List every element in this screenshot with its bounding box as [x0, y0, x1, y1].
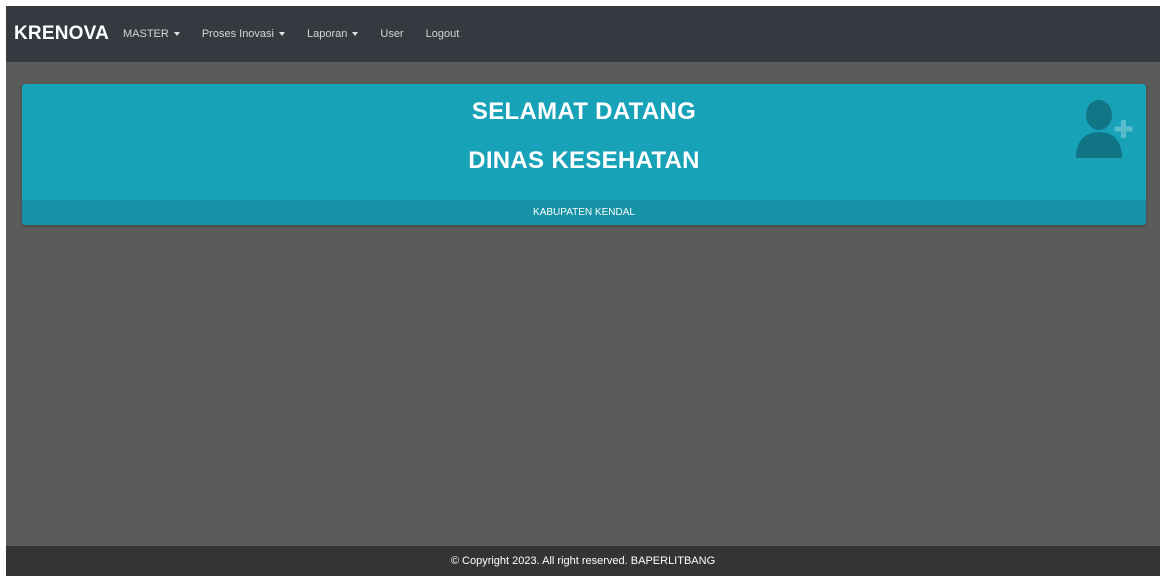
app-frame: KRENOVA MASTER Proses Inovasi Laporan Us…	[6, 6, 1160, 576]
welcome-card: SELAMAT DATANG DINAS KESEHATAN KABUPATEN…	[22, 84, 1146, 225]
card-footer-link[interactable]: KABUPATEN KENDAL	[22, 200, 1146, 225]
copyright-text: © Copyright 2023. All right reserved. BA…	[450, 555, 716, 567]
nav-user-label: User	[380, 28, 404, 40]
nav-master-label: MASTER	[123, 28, 169, 40]
caret-down-icon	[352, 32, 359, 36]
nav-proses-inovasi-dropdown[interactable]: Proses Inovasi	[202, 28, 285, 40]
brand-logo[interactable]: KRENOVA	[14, 23, 109, 45]
nav-laporan-label: Laporan	[307, 28, 348, 40]
caret-down-icon	[279, 32, 285, 36]
navbar: KRENOVA MASTER Proses Inovasi Laporan Us…	[6, 6, 1160, 62]
user-plus-icon	[1076, 100, 1133, 158]
nav-logout-label: Logout	[425, 28, 460, 40]
page-footer: © Copyright 2023. All right reserved. BA…	[6, 546, 1160, 576]
nav-logout-link[interactable]: Logout	[426, 28, 460, 40]
nav-user-link[interactable]: User	[380, 28, 403, 40]
nav-proses-inovasi-label: Proses Inovasi	[201, 28, 274, 40]
nav-master-dropdown[interactable]: MASTER	[123, 28, 180, 40]
organization-name: DINAS KESEHATAN	[468, 147, 700, 174]
welcome-title: SELAMAT DATANG	[471, 98, 697, 125]
nav-laporan-dropdown[interactable]: Laporan	[307, 28, 359, 40]
caret-down-icon	[173, 32, 180, 36]
welcome-card-body: SELAMAT DATANG DINAS KESEHATAN	[22, 84, 1146, 200]
